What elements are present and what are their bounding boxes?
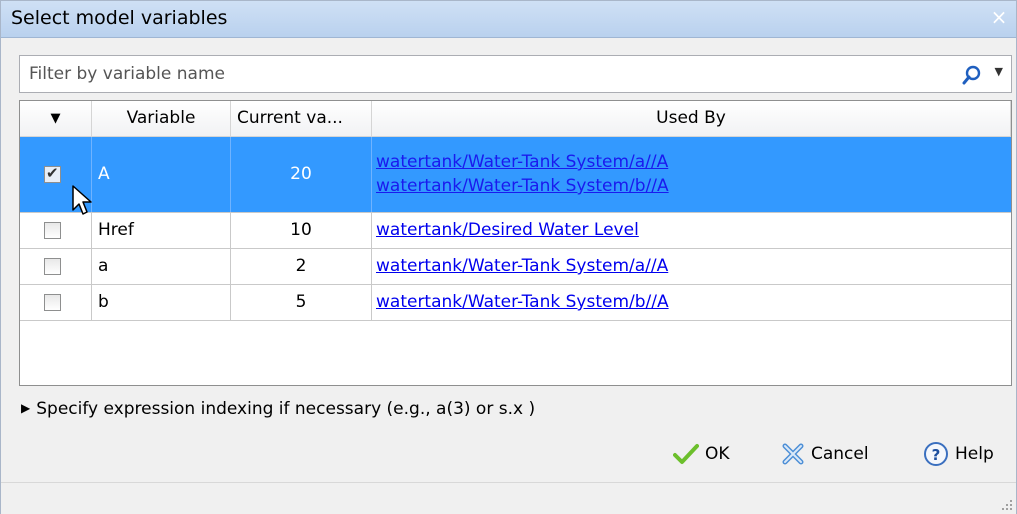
dialog-title: Select model variables xyxy=(11,7,228,29)
value-cell: 5 xyxy=(231,285,372,320)
sort-arrow-icon: ▼ xyxy=(50,111,61,126)
value-cell: 20 xyxy=(231,137,372,212)
cancel-x-icon xyxy=(782,443,804,465)
ok-label: OK xyxy=(705,444,730,464)
table-row[interactable]: ✔ A 20 watertank/Water-Tank System/a//A … xyxy=(20,137,1011,213)
table-row[interactable]: Href 10 watertank/Desired Water Level xyxy=(20,213,1011,249)
row-checkbox[interactable]: ✔ xyxy=(44,164,61,183)
used-by-cell: watertank/Water-Tank System/a//A xyxy=(372,249,1011,284)
current-value: 5 xyxy=(295,292,307,312)
variable-cell: a xyxy=(92,249,231,284)
used-by-cell: watertank/Water-Tank System/a//A waterta… xyxy=(372,137,1011,212)
check-icon xyxy=(673,444,699,464)
used-by-link[interactable]: watertank/Desired Water Level xyxy=(376,218,639,242)
title-bar[interactable]: Select model variables × xyxy=(1,1,1016,38)
expand-triangle-icon: ▶ xyxy=(21,401,31,415)
used-by-link[interactable]: watertank/Water-Tank System/b//A xyxy=(376,174,669,198)
used-by-link[interactable]: watertank/Water-Tank System/a//A xyxy=(376,150,669,174)
checkbox-cell xyxy=(20,249,92,284)
row-checkbox[interactable] xyxy=(44,258,61,275)
value-cell: 2 xyxy=(231,249,372,284)
current-value: 2 xyxy=(295,256,307,276)
variable-cell: Href xyxy=(92,213,231,248)
current-value: 10 xyxy=(290,220,312,240)
help-icon: ? xyxy=(924,442,948,466)
value-cell: 10 xyxy=(231,213,372,248)
column-header-variable[interactable]: Variable xyxy=(92,101,231,137)
svg-text:?: ? xyxy=(932,446,941,464)
variable-cell: b xyxy=(92,285,231,320)
current-value: 20 xyxy=(290,164,312,184)
check-mark-icon: ✔ xyxy=(46,164,59,182)
expander-label: Specify expression indexing if necessary… xyxy=(36,399,536,419)
checkbox-cell xyxy=(20,285,92,320)
status-bar xyxy=(1,482,1016,514)
cancel-label: Cancel xyxy=(811,444,869,464)
variables-table: ▼ Variable Current va... Used By ✔ A 20 … xyxy=(19,100,1012,386)
table-row[interactable]: b 5 watertank/Water-Tank System/b//A xyxy=(20,285,1011,321)
cancel-button[interactable]: Cancel xyxy=(781,439,869,469)
variable-name: Href xyxy=(98,220,134,240)
used-by-link[interactable]: watertank/Water-Tank System/b//A xyxy=(376,290,669,314)
row-checkbox[interactable] xyxy=(44,222,61,239)
table-row[interactable]: a 2 watertank/Water-Tank System/a//A xyxy=(20,249,1011,285)
used-by-cell: watertank/Desired Water Level xyxy=(372,213,1011,248)
variable-name: b xyxy=(98,292,109,312)
variable-cell: A xyxy=(92,137,231,212)
help-label: Help xyxy=(955,444,994,464)
variable-name: a xyxy=(98,256,109,276)
search-icon[interactable] xyxy=(961,64,983,86)
used-by-link[interactable]: watertank/Water-Tank System/a//A xyxy=(376,254,668,278)
select-all-header[interactable]: ▼ xyxy=(20,101,92,137)
checkbox-cell xyxy=(20,213,92,248)
close-button[interactable]: × xyxy=(988,6,1010,28)
filter-input[interactable] xyxy=(20,56,968,92)
resize-grip-icon[interactable] xyxy=(999,497,1013,511)
select-model-variables-dialog: Select model variables × ▼ ▼ Variable Cu… xyxy=(0,0,1017,514)
mouse-pointer-icon xyxy=(72,185,92,215)
column-header-current-value[interactable]: Current va... xyxy=(231,101,372,137)
search-options-dropdown[interactable]: ▼ xyxy=(995,65,1003,78)
column-header-used-by[interactable]: Used By xyxy=(372,101,1011,137)
ok-button[interactable]: OK xyxy=(673,439,730,469)
used-by-cell: watertank/Water-Tank System/b//A xyxy=(372,285,1011,320)
variable-name: A xyxy=(98,164,110,184)
filter-box: ▼ xyxy=(19,55,1012,93)
expression-indexing-expander[interactable]: ▶ Specify expression indexing if necessar… xyxy=(21,399,535,419)
help-button[interactable]: ? Help xyxy=(923,439,994,469)
row-checkbox[interactable] xyxy=(44,294,61,311)
